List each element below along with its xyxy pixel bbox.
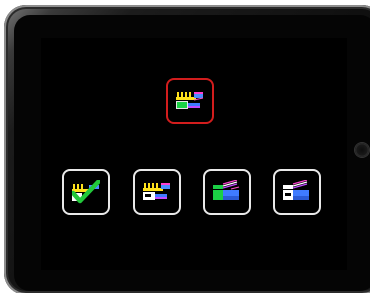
game-screen [41,38,347,270]
clapperboard-white-blue-icon [283,180,309,200]
home-button[interactable] [355,143,369,157]
clapperboard-rainbow-icon [143,183,170,200]
clapperboard-rainbow-icon [176,92,204,109]
choice-tile-4[interactable] [273,169,321,215]
choice-tile-3[interactable] [203,169,251,215]
choice-tile-2[interactable] [133,169,181,215]
checkmark-icon [72,180,100,204]
stage [0,0,370,293]
clapperboard-green-blue-icon [213,180,240,200]
target-tile [166,78,214,124]
choice-tile-1[interactable] [62,169,110,215]
